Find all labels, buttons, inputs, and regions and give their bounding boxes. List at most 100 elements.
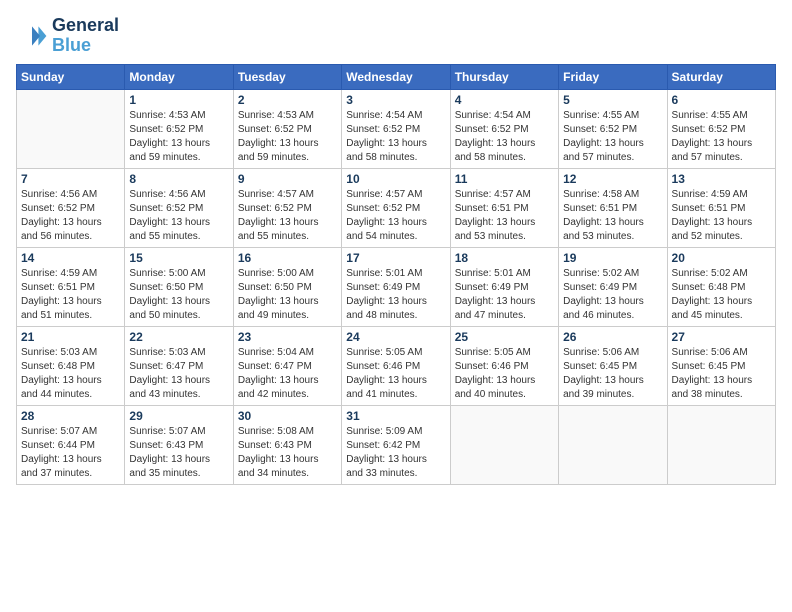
day-info: Sunrise: 5:00 AM Sunset: 6:50 PM Dayligh…: [238, 267, 337, 323]
day-number: 15: [129, 251, 228, 265]
day-info: Sunrise: 4:59 AM Sunset: 6:51 PM Dayligh…: [672, 188, 771, 244]
day-number: 5: [563, 93, 662, 107]
calendar-cell: 4 Sunrise: 4:54 AM Sunset: 6:52 PM Daylig…: [450, 89, 558, 168]
day-number: 20: [672, 251, 771, 265]
day-number: 2: [238, 93, 337, 107]
day-number: 17: [346, 251, 445, 265]
day-info: Sunrise: 4:55 AM Sunset: 6:52 PM Dayligh…: [563, 109, 662, 165]
calendar-cell: 10Sunrise: 4:57 AM Sunset: 6:52 PM Dayli…: [342, 168, 450, 247]
calendar-week-row: 28 Sunrise: 5:07 AM Sunset: 6:44 PM Dayli…: [17, 405, 776, 484]
day-number: 7: [21, 172, 120, 186]
weekday-header: Tuesday: [233, 64, 341, 89]
calendar-cell: 30 Sunrise: 5:08 AM Sunset: 6:43 PM Dayli…: [233, 405, 341, 484]
day-info: Sunrise: 5:04 AM Sunset: 6:47 PM Dayligh…: [238, 346, 337, 402]
day-info: Sunrise: 4:53 AM Sunset: 6:52 PM Dayligh…: [238, 109, 337, 165]
calendar-table: SundayMondayTuesdayWednesdayThursdayFrid…: [16, 64, 776, 485]
day-info: Sunrise: 5:00 AM Sunset: 6:50 PM Dayligh…: [129, 267, 228, 323]
day-number: 23: [238, 330, 337, 344]
day-info: Sunrise: 4:55 AM Sunset: 6:52 PM Dayligh…: [672, 109, 771, 165]
day-number: 21: [21, 330, 120, 344]
weekday-header: Monday: [125, 64, 233, 89]
calendar-cell: 14Sunrise: 4:59 AM Sunset: 6:51 PM Dayli…: [17, 247, 125, 326]
calendar-cell: [450, 405, 558, 484]
calendar-cell: 31 Sunrise: 5:09 AM Sunset: 6:42 PM Dayli…: [342, 405, 450, 484]
day-number: 11: [455, 172, 554, 186]
calendar-cell: 1 Sunrise: 4:53 AM Sunset: 6:52 PM Daylig…: [125, 89, 233, 168]
day-number: 8: [129, 172, 228, 186]
weekday-header: Sunday: [17, 64, 125, 89]
day-info: Sunrise: 4:56 AM Sunset: 6:52 PM Dayligh…: [21, 188, 120, 244]
day-info: Sunrise: 4:53 AM Sunset: 6:52 PM Dayligh…: [129, 109, 228, 165]
day-number: 12: [563, 172, 662, 186]
calendar-cell: 17 Sunrise: 5:01 AM Sunset: 6:49 PM Dayli…: [342, 247, 450, 326]
day-number: 22: [129, 330, 228, 344]
calendar-cell: 7 Sunrise: 4:56 AM Sunset: 6:52 PM Daylig…: [17, 168, 125, 247]
day-info: Sunrise: 5:01 AM Sunset: 6:49 PM Dayligh…: [346, 267, 445, 323]
day-info: Sunrise: 5:08 AM Sunset: 6:43 PM Dayligh…: [238, 425, 337, 481]
day-info: Sunrise: 5:07 AM Sunset: 6:43 PM Dayligh…: [129, 425, 228, 481]
day-number: 9: [238, 172, 337, 186]
day-info: Sunrise: 4:59 AM Sunset: 6:51 PM Dayligh…: [21, 267, 120, 323]
calendar-cell: [17, 89, 125, 168]
calendar-cell: 27Sunrise: 5:06 AM Sunset: 6:45 PM Dayli…: [667, 326, 775, 405]
day-info: Sunrise: 4:54 AM Sunset: 6:52 PM Dayligh…: [346, 109, 445, 165]
day-info: Sunrise: 5:02 AM Sunset: 6:48 PM Dayligh…: [672, 267, 771, 323]
day-info: Sunrise: 5:03 AM Sunset: 6:48 PM Dayligh…: [21, 346, 120, 402]
day-number: 24: [346, 330, 445, 344]
day-number: 18: [455, 251, 554, 265]
calendar-cell: 2 Sunrise: 4:53 AM Sunset: 6:52 PM Daylig…: [233, 89, 341, 168]
calendar-cell: 29Sunrise: 5:07 AM Sunset: 6:43 PM Dayli…: [125, 405, 233, 484]
calendar-cell: 5 Sunrise: 4:55 AM Sunset: 6:52 PM Daylig…: [559, 89, 667, 168]
weekday-header: Saturday: [667, 64, 775, 89]
calendar-cell: 26 Sunrise: 5:06 AM Sunset: 6:45 PM Dayli…: [559, 326, 667, 405]
day-info: Sunrise: 5:07 AM Sunset: 6:44 PM Dayligh…: [21, 425, 120, 481]
weekday-header: Friday: [559, 64, 667, 89]
weekday-header: Wednesday: [342, 64, 450, 89]
day-number: 1: [129, 93, 228, 107]
calendar-cell: 3 Sunrise: 4:54 AM Sunset: 6:52 PM Daylig…: [342, 89, 450, 168]
day-info: Sunrise: 4:58 AM Sunset: 6:51 PM Dayligh…: [563, 188, 662, 244]
calendar-cell: 15 Sunrise: 5:00 AM Sunset: 6:50 PM Dayli…: [125, 247, 233, 326]
day-info: Sunrise: 5:09 AM Sunset: 6:42 PM Dayligh…: [346, 425, 445, 481]
calendar-cell: 11Sunrise: 4:57 AM Sunset: 6:51 PM Dayli…: [450, 168, 558, 247]
day-number: 19: [563, 251, 662, 265]
day-info: Sunrise: 4:54 AM Sunset: 6:52 PM Dayligh…: [455, 109, 554, 165]
logo-text: General Blue: [52, 16, 119, 56]
calendar-cell: 16Sunrise: 5:00 AM Sunset: 6:50 PM Dayli…: [233, 247, 341, 326]
weekday-header-row: SundayMondayTuesdayWednesdayThursdayFrid…: [17, 64, 776, 89]
day-info: Sunrise: 5:02 AM Sunset: 6:49 PM Dayligh…: [563, 267, 662, 323]
calendar-cell: 9 Sunrise: 4:57 AM Sunset: 6:52 PM Daylig…: [233, 168, 341, 247]
day-number: 4: [455, 93, 554, 107]
calendar-cell: 25Sunrise: 5:05 AM Sunset: 6:46 PM Dayli…: [450, 326, 558, 405]
calendar-cell: 22Sunrise: 5:03 AM Sunset: 6:47 PM Dayli…: [125, 326, 233, 405]
calendar-cell: 13 Sunrise: 4:59 AM Sunset: 6:51 PM Dayli…: [667, 168, 775, 247]
calendar-cell: [559, 405, 667, 484]
calendar-cell: 23 Sunrise: 5:04 AM Sunset: 6:47 PM Dayli…: [233, 326, 341, 405]
day-number: 13: [672, 172, 771, 186]
day-info: Sunrise: 4:57 AM Sunset: 6:52 PM Dayligh…: [238, 188, 337, 244]
calendar-week-row: 1 Sunrise: 4:53 AM Sunset: 6:52 PM Daylig…: [17, 89, 776, 168]
day-info: Sunrise: 5:01 AM Sunset: 6:49 PM Dayligh…: [455, 267, 554, 323]
calendar-cell: 8Sunrise: 4:56 AM Sunset: 6:52 PM Daylig…: [125, 168, 233, 247]
logo-icon: [16, 20, 48, 52]
day-number: 30: [238, 409, 337, 423]
calendar-week-row: 7 Sunrise: 4:56 AM Sunset: 6:52 PM Daylig…: [17, 168, 776, 247]
day-info: Sunrise: 5:05 AM Sunset: 6:46 PM Dayligh…: [455, 346, 554, 402]
day-info: Sunrise: 5:06 AM Sunset: 6:45 PM Dayligh…: [563, 346, 662, 402]
day-number: 26: [563, 330, 662, 344]
calendar-cell: [667, 405, 775, 484]
calendar-week-row: 14Sunrise: 4:59 AM Sunset: 6:51 PM Dayli…: [17, 247, 776, 326]
calendar-cell: 6 Sunrise: 4:55 AM Sunset: 6:52 PM Daylig…: [667, 89, 775, 168]
calendar-cell: 12 Sunrise: 4:58 AM Sunset: 6:51 PM Dayli…: [559, 168, 667, 247]
day-info: Sunrise: 5:06 AM Sunset: 6:45 PM Dayligh…: [672, 346, 771, 402]
day-number: 6: [672, 93, 771, 107]
day-number: 3: [346, 93, 445, 107]
day-number: 31: [346, 409, 445, 423]
page-header: General Blue: [16, 16, 776, 56]
calendar-cell: 20 Sunrise: 5:02 AM Sunset: 6:48 PM Dayli…: [667, 247, 775, 326]
weekday-header: Thursday: [450, 64, 558, 89]
calendar-cell: 21 Sunrise: 5:03 AM Sunset: 6:48 PM Dayli…: [17, 326, 125, 405]
calendar-cell: 19 Sunrise: 5:02 AM Sunset: 6:49 PM Dayli…: [559, 247, 667, 326]
day-number: 28: [21, 409, 120, 423]
calendar-cell: 28 Sunrise: 5:07 AM Sunset: 6:44 PM Dayli…: [17, 405, 125, 484]
